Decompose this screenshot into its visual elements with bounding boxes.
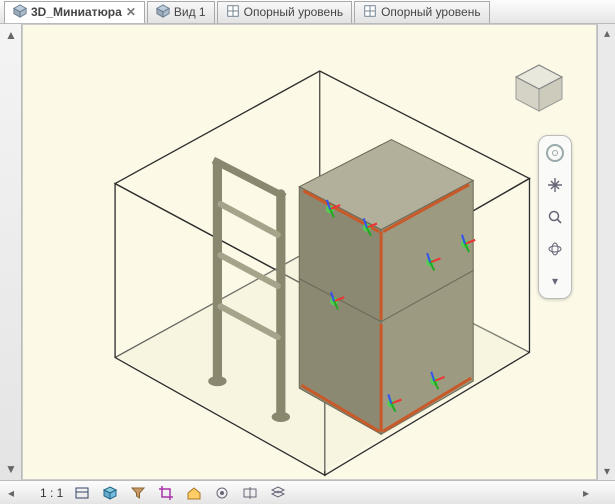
tab-ref-level-2[interactable]: Опорный уровень xyxy=(354,1,489,23)
scroll-down-icon[interactable]: ▼ xyxy=(4,462,18,476)
content-area: ▲ ▼ xyxy=(0,24,615,480)
navigation-panel: ▾ xyxy=(538,135,572,299)
3d-scene xyxy=(23,25,596,480)
plan-icon xyxy=(226,4,240,21)
3d-viewport[interactable]: ▾ xyxy=(22,24,597,480)
tab-label: Опорный уровень xyxy=(381,5,480,19)
zoom-extents-icon[interactable] xyxy=(544,206,566,228)
filter-icon[interactable] xyxy=(129,484,147,502)
view-control-bar: 1 : 1 xyxy=(0,480,615,504)
layers-icon[interactable] xyxy=(269,484,287,502)
tab-label: Вид 1 xyxy=(174,5,206,19)
scroll-right-icon[interactable]: ▸ xyxy=(579,486,593,500)
plan-icon xyxy=(363,4,377,21)
tab-ref-level-1[interactable]: Опорный уровень xyxy=(217,1,352,23)
scale-readout[interactable]: 1 : 1 xyxy=(40,486,63,500)
cube-icon xyxy=(13,4,27,21)
close-icon[interactable]: ✕ xyxy=(126,5,136,19)
home-icon[interactable] xyxy=(185,484,203,502)
tab-3d-miniature[interactable]: 3D_Миниатюра ✕ xyxy=(4,1,145,23)
pan-icon[interactable] xyxy=(544,174,566,196)
vertical-scrollbar[interactable]: ▴ ▾ xyxy=(597,24,615,480)
tab-label: 3D_Миниатюра xyxy=(31,5,122,19)
cube-icon xyxy=(156,4,170,21)
view-tabs: 3D_Миниатюра ✕ Вид 1 Опорный уровень Опо… xyxy=(0,0,615,24)
scroll-up-icon[interactable]: ▴ xyxy=(600,26,614,40)
scroll-left-icon[interactable]: ◂ xyxy=(4,486,18,500)
tab-view-1[interactable]: Вид 1 xyxy=(147,1,215,23)
section-icon[interactable] xyxy=(241,484,259,502)
tab-label: Опорный уровень xyxy=(244,5,343,19)
chevron-down-icon[interactable]: ▾ xyxy=(544,270,566,292)
display-model-icon[interactable] xyxy=(73,484,91,502)
scroll-down-icon[interactable]: ▾ xyxy=(600,464,614,478)
equipment-block xyxy=(299,140,475,435)
steering-wheel-icon[interactable] xyxy=(544,142,566,164)
view-cube[interactable] xyxy=(512,61,566,115)
reveal-icon[interactable] xyxy=(213,484,231,502)
orbit-icon[interactable] xyxy=(544,238,566,260)
scroll-up-icon[interactable]: ▲ xyxy=(4,28,18,42)
crop-icon[interactable] xyxy=(157,484,175,502)
box-icon[interactable] xyxy=(101,484,119,502)
left-scroll-gutter: ▲ ▼ xyxy=(0,24,22,480)
